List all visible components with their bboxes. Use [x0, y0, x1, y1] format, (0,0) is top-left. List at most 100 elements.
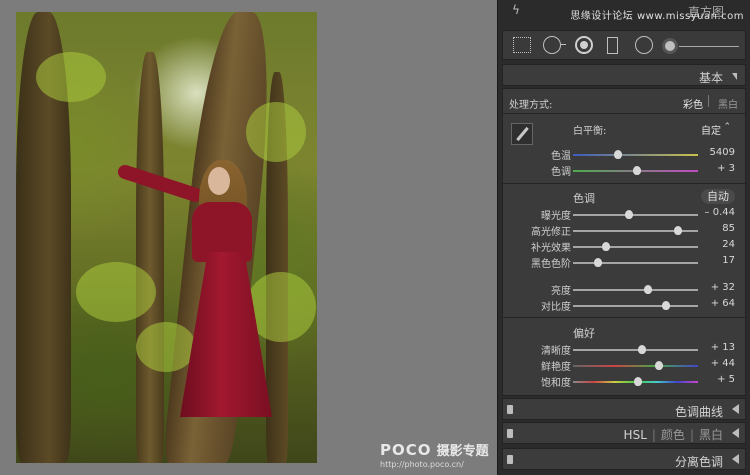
- slider-thumb[interactable]: [661, 301, 670, 310]
- slider-thumb[interactable]: [601, 242, 610, 251]
- saturation-value[interactable]: + 5: [717, 374, 735, 385]
- clarity-value[interactable]: + 13: [711, 342, 735, 353]
- slider-thumb[interactable]: [632, 166, 641, 175]
- tint-row: 色调 + 3: [503, 163, 745, 178]
- fill-value[interactable]: 24: [722, 239, 735, 250]
- slider-thumb[interactable]: [594, 258, 602, 267]
- tint-value[interactable]: + 3: [717, 163, 735, 174]
- toggle-switch-icon[interactable]: [507, 429, 513, 438]
- brightness-slider[interactable]: [573, 285, 698, 294]
- temp-label: 色温: [551, 151, 571, 162]
- vibrance-slider[interactable]: [573, 361, 698, 370]
- white-balance-label: 白平衡:: [573, 126, 607, 137]
- contrast-label: 对比度: [541, 302, 571, 313]
- temp-slider[interactable]: [573, 150, 698, 159]
- white-balance-select[interactable]: 自定: [701, 122, 721, 137]
- basic-title: 基本: [698, 71, 723, 85]
- exposure-value[interactable]: – 0.44: [705, 207, 735, 218]
- basic-section-header[interactable]: 基本: [502, 64, 746, 86]
- toggle-switch-icon[interactable]: [507, 455, 513, 464]
- spot-removal-icon[interactable]: [543, 36, 566, 54]
- photo-preview[interactable]: [16, 12, 317, 463]
- vibrance-label: 鲜艳度: [541, 362, 571, 373]
- histogram-header[interactable]: ϟ 直方图 思缘设计论坛 www.missyuan.com: [502, 0, 746, 26]
- clarity-slider[interactable]: [573, 345, 698, 354]
- slider-thumb[interactable]: [655, 361, 664, 370]
- exposure-slider[interactable]: [573, 210, 698, 219]
- tint-slider[interactable]: [573, 166, 698, 175]
- tone-curve-title: 色调曲线: [674, 405, 723, 419]
- temp-value[interactable]: 5409: [710, 147, 735, 158]
- split-toning-title: 分离色调: [674, 455, 723, 469]
- treatment-bw-option[interactable]: 黑白: [718, 96, 738, 111]
- saturation-slider[interactable]: [573, 377, 698, 386]
- tone-subheader: 色调: [573, 192, 595, 205]
- toggle-switch-icon[interactable]: [507, 405, 513, 414]
- divider: [503, 317, 745, 318]
- slider-thumb[interactable]: [637, 345, 646, 354]
- expand-triangle-icon: [732, 428, 739, 438]
- treatment-color-option[interactable]: 彩色: [683, 96, 703, 111]
- tab-bw[interactable]: 黑白: [699, 428, 723, 442]
- watermark-brand: 摄影专题: [436, 444, 489, 459]
- forum-watermark: 思缘设计论坛 www.missyuan.com: [570, 11, 744, 22]
- blacks-row: 黑色色阶 17: [503, 255, 745, 270]
- tree-trunk: [136, 52, 164, 463]
- split-toning-header[interactable]: 分离色调: [502, 448, 746, 470]
- auto-tone-button[interactable]: 自动: [701, 189, 735, 204]
- blacks-slider[interactable]: [573, 258, 698, 267]
- fill-slider[interactable]: [573, 242, 698, 251]
- highlights-label: 高光修正: [531, 227, 571, 238]
- adjustment-brush-icon[interactable]: [665, 41, 675, 51]
- tab-divider: |: [689, 428, 694, 442]
- exposure-label: 曝光度: [541, 211, 571, 222]
- tool-strip: [502, 30, 746, 60]
- brightness-label: 亮度: [551, 286, 571, 297]
- slider-thumb[interactable]: [634, 377, 642, 386]
- slider-thumb[interactable]: [674, 226, 682, 235]
- blacks-value[interactable]: 17: [722, 255, 735, 266]
- collapse-triangle-icon: [732, 73, 737, 80]
- basic-section: 处理方式: 彩色 黑白 白平衡: 自定 ⌃ 色温 5409 色调 + 3 色调 …: [502, 88, 746, 396]
- brush-size-track[interactable]: [679, 46, 739, 47]
- fill-row: 补光效果 24: [503, 239, 745, 254]
- expand-triangle-icon: [732, 404, 739, 414]
- foliage: [36, 52, 106, 102]
- graduated-filter-icon[interactable]: [607, 37, 618, 54]
- watermark-logo: POCO: [380, 441, 432, 459]
- presence-subheader: 偏好: [573, 327, 595, 340]
- blacks-label: 黑色色阶: [531, 259, 571, 270]
- brightness-row: 亮度 + 32: [503, 282, 745, 297]
- radial-filter-icon[interactable]: [635, 36, 653, 54]
- treatment-divider: [708, 95, 709, 107]
- clarity-row: 清晰度 + 13: [503, 342, 745, 357]
- foliage: [76, 262, 156, 322]
- saturation-label: 饱和度: [541, 378, 571, 389]
- slider-thumb[interactable]: [644, 285, 652, 294]
- watermark: POCO 摄影专题 http://photo.poco.cn/: [380, 440, 489, 469]
- exposure-row: 曝光度 – 0.44: [503, 207, 745, 222]
- brightness-value[interactable]: + 32: [711, 282, 735, 293]
- highlights-row: 高光修正 85: [503, 223, 745, 238]
- develop-panel: ϟ 直方图 思缘设计论坛 www.missyuan.com 基本 处理方式: 彩…: [497, 0, 750, 475]
- tone-curve-header[interactable]: 色调曲线: [502, 398, 746, 420]
- contrast-value[interactable]: + 64: [711, 298, 735, 309]
- tab-color[interactable]: 颜色: [661, 428, 685, 442]
- crop-icon[interactable]: [513, 37, 531, 53]
- image-canvas: POCO 摄影专题 http://photo.poco.cn/: [0, 0, 496, 475]
- chevron-updown-icon[interactable]: ⌃: [723, 122, 731, 132]
- hsl-header[interactable]: HSL | 颜色 | 黑白: [502, 422, 746, 444]
- red-eye-icon[interactable]: [575, 36, 593, 54]
- slider-thumb[interactable]: [614, 150, 622, 159]
- contrast-slider[interactable]: [573, 301, 698, 310]
- tab-divider: |: [651, 428, 656, 442]
- highlights-slider[interactable]: [573, 226, 698, 235]
- slider-thumb[interactable]: [625, 210, 634, 219]
- highlights-value[interactable]: 85: [722, 223, 735, 234]
- divider: [503, 113, 745, 114]
- expand-triangle-icon: [732, 454, 739, 464]
- watermark-url: http://photo.poco.cn/: [380, 460, 464, 469]
- vibrance-value[interactable]: + 44: [711, 358, 735, 369]
- tab-hsl[interactable]: HSL: [624, 428, 647, 442]
- eyedropper-icon[interactable]: [511, 123, 533, 145]
